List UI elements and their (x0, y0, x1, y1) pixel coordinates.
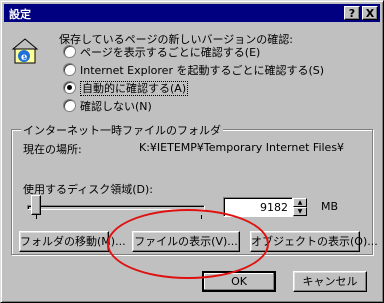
radio-dot (63, 99, 76, 112)
radio-dot (63, 63, 76, 76)
ok-button[interactable]: OK (202, 271, 276, 292)
svg-text:e: e (21, 52, 27, 63)
view-objects-button[interactable]: オブジェクトの表示(O)... (250, 231, 378, 252)
radio-label: Internet Explorer を起動するごとに確認する(S) (80, 64, 325, 77)
radio-dot (63, 45, 76, 58)
view-files-button[interactable]: ファイルの表示(V)... (132, 231, 240, 252)
cached-page-icon: e (11, 38, 39, 64)
cancel-button[interactable]: キャンセル (293, 271, 367, 292)
disk-slider-thumb[interactable] (31, 195, 41, 215)
radio-automatic[interactable]: 自動的に確認する(A) (63, 81, 189, 97)
slider-tick (36, 215, 37, 219)
radio-never[interactable]: 確認しない(N) (63, 99, 152, 115)
location-label: 現在の場所: (23, 143, 82, 156)
spin-down-button[interactable]: ▼ (293, 207, 307, 216)
spin-up-button[interactable]: ▲ (293, 198, 307, 207)
settings-dialog: 設定 ? X e 保存しているページの新しいバージョンの確認: ページを表示する… (0, 0, 384, 303)
radio-every-visit[interactable]: ページを表示するごとに確認する(E) (63, 45, 260, 61)
disk-size-input[interactable]: 9182 (223, 197, 293, 217)
title-bar: 設定 ? X (4, 4, 380, 22)
slider-tick (201, 215, 202, 219)
radio-dot-selected (63, 81, 76, 94)
window-title: 設定 (9, 8, 31, 21)
radio-label: ページを表示するごとに確認する(E) (80, 46, 261, 59)
help-button[interactable]: ? (344, 6, 360, 20)
radio-label: 確認しない(N) (80, 100, 152, 113)
radio-every-start[interactable]: Internet Explorer を起動するごとに確認する(S) (63, 63, 324, 79)
disk-size-value: 9182 (260, 201, 288, 214)
location-value: K:¥IETEMP¥Temporary Internet Files¥ (139, 141, 345, 154)
disk-unit: MB (321, 200, 339, 213)
close-button[interactable]: X (362, 6, 378, 20)
disk-space-label: 使用するディスク領域(D): (23, 183, 153, 196)
group-label: インターネット一時ファイルのフォルダ (21, 122, 223, 138)
disk-slider-track[interactable] (27, 205, 205, 210)
move-folder-button[interactable]: フォルダの移動(M)... (19, 231, 126, 252)
radio-label: 自動的に確認する(A) (80, 81, 189, 96)
